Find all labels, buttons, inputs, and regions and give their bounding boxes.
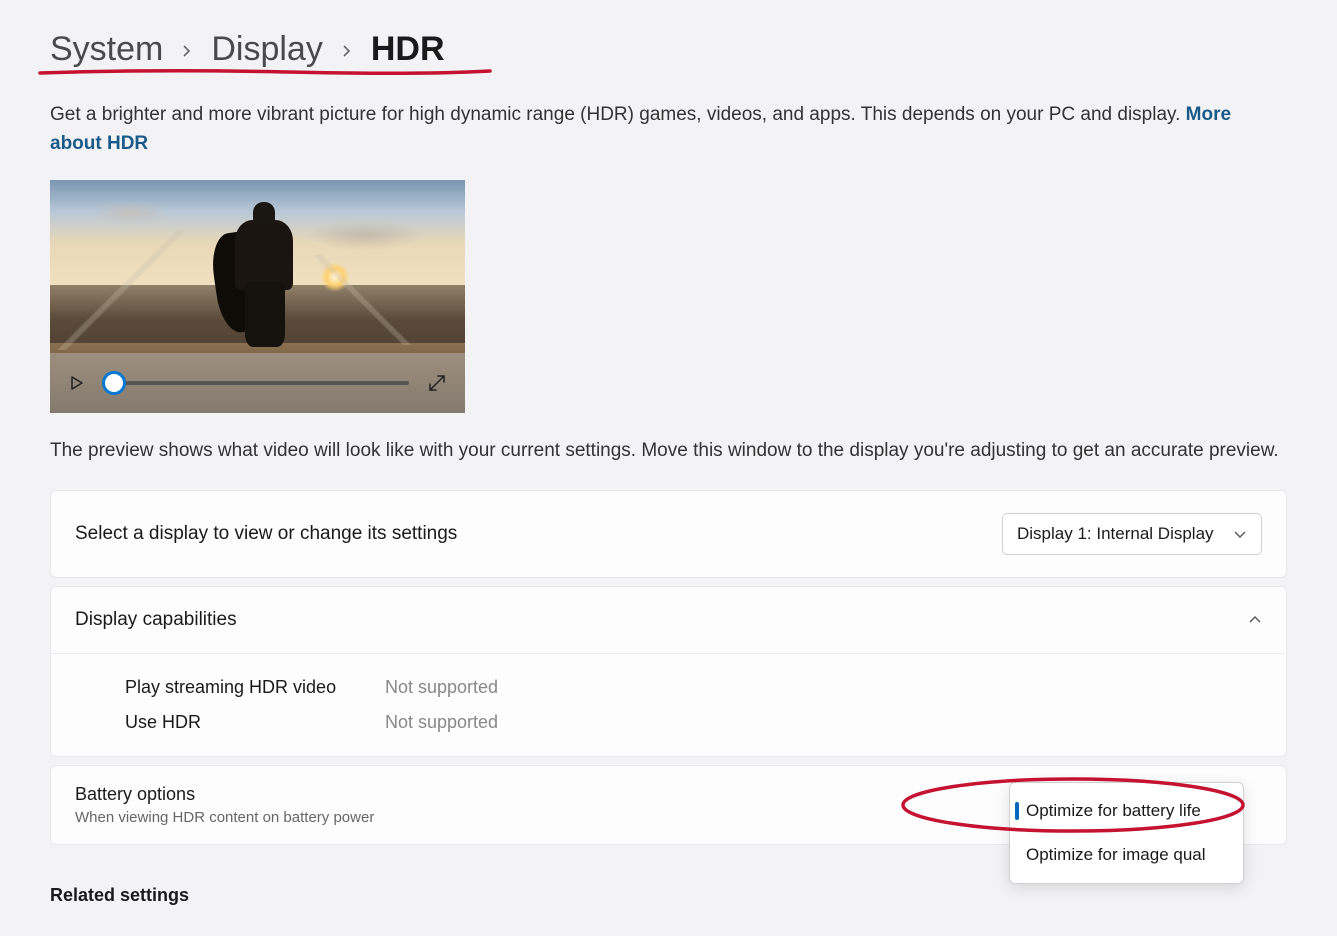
- battery-options-card: Battery options When viewing HDR content…: [50, 765, 1287, 845]
- preview-image-cloud: [90, 200, 170, 225]
- breadcrumb-display[interactable]: Display: [211, 30, 322, 69]
- breadcrumb-system[interactable]: System: [50, 30, 163, 69]
- capability-label-streaming: Play streaming HDR video: [125, 677, 355, 698]
- battery-option-battery-life[interactable]: Optimize for battery life: [1010, 789, 1243, 833]
- description-text: Get a brighter and more vibrant picture …: [50, 104, 1186, 125]
- capability-row: Use HDR Not supported: [125, 705, 1262, 740]
- capability-value-usehdr: Not supported: [385, 712, 498, 733]
- play-icon[interactable]: [68, 374, 86, 392]
- display-capabilities-card: Display capabilities Play streaming HDR …: [50, 586, 1287, 757]
- video-progress-slider[interactable]: [104, 381, 409, 385]
- hdr-description: Get a brighter and more vibrant picture …: [50, 101, 1287, 158]
- capability-row: Play streaming HDR video Not supported: [125, 670, 1262, 705]
- annotation-underline: [38, 67, 493, 79]
- capability-label-usehdr: Use HDR: [125, 712, 355, 733]
- slider-thumb-icon[interactable]: [102, 371, 126, 395]
- video-controls: [50, 353, 465, 413]
- breadcrumb-hdr: HDR: [371, 30, 445, 69]
- preview-image-person: [215, 202, 315, 352]
- display-capabilities-header[interactable]: Display capabilities: [51, 587, 1286, 653]
- display-selector-value: Display 1: Internal Display: [1017, 524, 1214, 544]
- breadcrumb: System Display HDR: [50, 30, 1287, 69]
- preview-description: The preview shows what video will look l…: [50, 437, 1287, 466]
- hdr-preview-video[interactable]: [50, 180, 465, 413]
- chevron-right-icon: [341, 40, 353, 63]
- display-selector-label: Select a display to view or change its s…: [75, 523, 457, 545]
- display-selector-card: Select a display to view or change its s…: [50, 490, 1287, 578]
- battery-option-image-quality[interactable]: Optimize for image qual: [1010, 833, 1243, 877]
- display-selector-dropdown[interactable]: Display 1: Internal Display: [1002, 513, 1262, 555]
- display-capabilities-body: Play streaming HDR video Not supported U…: [51, 653, 1286, 756]
- related-settings-heading: Related settings: [50, 885, 1287, 906]
- display-capabilities-label: Display capabilities: [75, 609, 237, 631]
- chevron-down-icon: [1233, 527, 1247, 541]
- fullscreen-icon[interactable]: [427, 373, 447, 393]
- chevron-right-icon: [181, 40, 193, 63]
- chevron-up-icon: [1248, 613, 1262, 627]
- battery-options-dropdown-menu: Optimize for battery life Optimize for i…: [1009, 782, 1244, 884]
- preview-image-cloud: [305, 220, 425, 250]
- capability-value-streaming: Not supported: [385, 677, 498, 698]
- preview-image-railing: [50, 230, 210, 350]
